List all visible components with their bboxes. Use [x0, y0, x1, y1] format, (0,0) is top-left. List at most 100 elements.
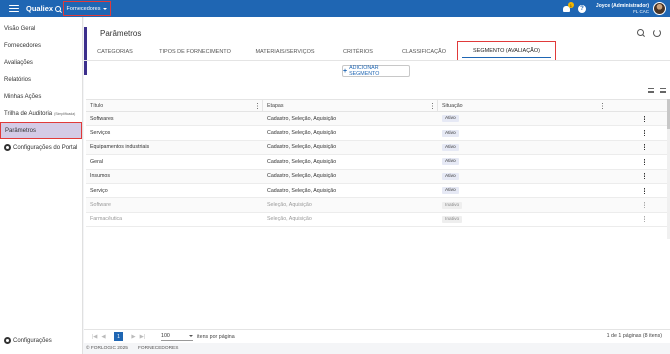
columns-icon[interactable] [660, 88, 666, 93]
last-page-button[interactable]: ▶| [138, 334, 147, 340]
chevron-down-icon [103, 7, 108, 10]
footer: © FORLOGIC 2025 FORNECEDORES [84, 343, 670, 354]
sidebar-item-configuracoes-portal[interactable]: Configurações do Portal [0, 139, 82, 156]
table-row[interactable]: Serviço Cadastro, Seleção, Aquisição Ativo [86, 184, 668, 199]
status-badge: Ativo [442, 143, 459, 151]
cell-status: Ativo [438, 143, 607, 151]
sidebar-item-configuracoes[interactable]: Configurações [0, 332, 83, 349]
first-page-button[interactable]: |◀ [90, 334, 99, 340]
sidebar-item-fornecedores[interactable]: Fornecedores [0, 37, 82, 54]
pagination: |◀ ◀ 1 ▶ ▶| 100 itens por página 1 de 1 … [84, 329, 670, 343]
menu-icon[interactable] [9, 4, 19, 13]
help-icon[interactable]: ? [577, 4, 586, 13]
sidebar-item-trilha-auditoria[interactable]: Trilha de Auditoria (Simplificada) [0, 105, 82, 122]
prev-page-button[interactable]: ◀ [99, 334, 108, 340]
tab-tipos-fornecimento[interactable]: Tipos de Fornecimento [156, 44, 234, 60]
tab-classificacao[interactable]: Classificação [396, 44, 452, 60]
per-page-select[interactable]: 100 [161, 332, 193, 341]
table-row[interactable]: Equipamentos industriais Cadastro, Seleçã… [86, 140, 668, 156]
sidebar-item-minhas-acoes[interactable]: Minhas Ações [0, 88, 82, 105]
table-row[interactable]: Software Seleção, Aquisição Inativo [86, 198, 668, 213]
notifications-button[interactable]: 1 [562, 2, 574, 13]
cell-status: Ativo [438, 129, 607, 137]
module-selector[interactable]: Fornecedores [63, 1, 111, 16]
cell-actions [607, 130, 668, 137]
column-header-etapas[interactable]: Etapas [263, 99, 438, 112]
tab-criterios[interactable]: Critérios [336, 44, 380, 60]
sidebar-item-label: Fornecedores [4, 42, 42, 49]
cell-status: Inativo [438, 215, 607, 223]
sidebar: Visão Geral Fornecedores Avaliações Rela… [0, 17, 83, 354]
sidebar-item-label: Avaliações [4, 59, 33, 66]
copyright: © FORLOGIC 2025 [86, 346, 128, 351]
column-header-situacao[interactable]: Situação [438, 99, 607, 112]
sidebar-item-label: Parâmetros [5, 127, 37, 134]
status-badge: Ativo [442, 129, 459, 137]
column-menu-icon[interactable] [601, 102, 603, 109]
more-vertical-icon[interactable] [644, 115, 646, 122]
status-badge: Ativo [442, 187, 459, 195]
table-row[interactable]: Geral Cadastro, Seleção, Aquisição Ativo [86, 155, 668, 170]
tab-categorias[interactable]: Categorias [90, 44, 140, 60]
table-row[interactable]: Farmacêutica Seleção, Aquisição Inativo [86, 213, 668, 228]
sidebar-item-label: Trilha de Auditoria [4, 110, 53, 117]
sidebar-item-label: Configurações [13, 337, 52, 344]
add-segment-button[interactable]: + ADICIONAR SEGMENTO [342, 65, 410, 77]
plus-icon: + [343, 67, 348, 75]
column-header-label: Título [90, 102, 104, 109]
sidebar-item-note: (Simplificada) [54, 111, 76, 116]
top-bar: Qualiex Fornecedores 1 ? Joyce (Administ… [0, 0, 670, 17]
status-badge: Ativo [442, 115, 459, 123]
status-badge: Inativo [442, 201, 463, 209]
module-label: Fornecedores [66, 5, 101, 12]
sidebar-item-relatorios[interactable]: Relatórios [0, 71, 82, 88]
per-page-value: 100 [161, 333, 170, 339]
sidebar-item-label: Configurações do Portal [13, 144, 78, 151]
sidebar-item-parametros[interactable]: Parâmetros [0, 122, 82, 139]
cell-title: Insumos [90, 173, 111, 180]
table-row[interactable]: Serviços Cadastro, Seleção, Aquisição Ativ… [86, 126, 668, 141]
page-title: Parâmetros [100, 29, 142, 38]
more-vertical-icon[interactable] [644, 202, 646, 209]
more-vertical-icon[interactable] [644, 187, 646, 194]
column-menu-icon[interactable] [431, 102, 433, 109]
add-segment-label: ADICIONAR SEGMENTO [349, 65, 380, 77]
table-row[interactable]: Insumos Cadastro, Seleção, Aquisição Ativo [86, 169, 668, 184]
cell-steps: Cadastro, Seleção, Aquisição [267, 115, 337, 122]
notification-badge: 1 [567, 2, 574, 8]
per-page-label: itens por página [197, 333, 235, 340]
sidebar-item-label: Relatórios [4, 76, 32, 83]
refresh-icon[interactable] [652, 28, 662, 38]
cell-steps: Cadastro, Seleção, Aquisição [267, 158, 337, 165]
page-range: 1 de 1 páginas (8 itens) [606, 333, 662, 339]
column-menu-icon[interactable] [256, 102, 258, 109]
column-header-titulo[interactable]: Título [86, 99, 263, 112]
sidebar-item-label: Minhas Ações [4, 93, 42, 100]
tab-segmento-avaliacao[interactable]: Segmento (Avaliação) [457, 41, 556, 61]
sidebar-item-visao-geral[interactable]: Visão Geral [0, 20, 82, 37]
chevron-down-icon [189, 335, 193, 337]
more-vertical-icon[interactable] [644, 173, 646, 180]
page-number[interactable]: 1 [114, 332, 123, 341]
avatar[interactable] [653, 2, 666, 15]
more-vertical-icon[interactable] [644, 158, 646, 165]
next-page-button[interactable]: ▶ [129, 334, 138, 340]
more-vertical-icon[interactable] [644, 216, 646, 223]
table-row[interactable]: Softwares Cadastro, Seleção, Aquisição Ati… [86, 112, 668, 127]
brand-logo[interactable]: Qualiex [26, 4, 62, 13]
more-vertical-icon[interactable] [644, 130, 646, 137]
status-badge: Ativo [442, 158, 459, 166]
tab-materiais-servicos[interactable]: Materiais/Serviços [252, 44, 318, 60]
column-header-actions [607, 99, 668, 112]
search-icon[interactable] [636, 28, 646, 38]
gear-icon [4, 337, 11, 344]
table-header: Título Etapas Situação [86, 99, 668, 112]
more-vertical-icon[interactable] [644, 144, 646, 151]
user-info[interactable]: Joyce (Administrador) FL CAC [596, 3, 649, 15]
cell-steps: Cadastro, Seleção, Aquisição [267, 187, 337, 194]
density-icon[interactable] [648, 88, 654, 93]
sidebar-item-avaliacoes[interactable]: Avaliações [0, 54, 82, 71]
cell-title: Software [90, 202, 111, 209]
footer-module: FORNECEDORES [137, 346, 179, 351]
column-header-label: Etapas [267, 102, 284, 109]
